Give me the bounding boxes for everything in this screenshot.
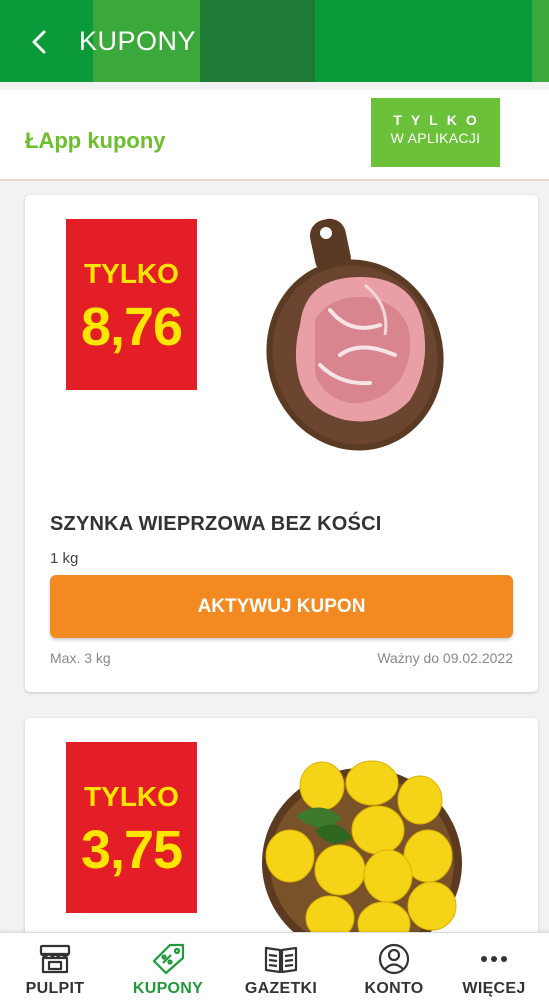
section-header: ŁApp kupony TYLKO W APLIKACJI xyxy=(0,90,549,181)
page-title: KUPONY xyxy=(79,26,197,56)
product-quantity: 1 kg xyxy=(50,550,79,567)
coupon-tag-icon xyxy=(152,943,185,975)
price-tag: TYLKO 8,76 xyxy=(66,219,197,395)
user-circle-icon xyxy=(378,943,410,975)
nav-label: KONTO xyxy=(364,980,424,997)
price-tag-scallop xyxy=(66,391,194,395)
nav-item-gazetki[interactable]: GAZETKI xyxy=(226,933,336,1000)
valid-until-note: Ważny do 09.02.2022 xyxy=(377,650,513,666)
price-label: TYLKO xyxy=(84,258,179,289)
badge-line-1: TYLKO xyxy=(393,112,486,128)
product-image-pork-ham xyxy=(266,218,444,451)
price-value: 8,76 xyxy=(80,297,183,357)
chevron-left-icon xyxy=(32,30,46,54)
section-title: ŁApp kupony xyxy=(25,128,166,153)
product-name: SZYNKA WIEPRZOWA BEZ KOŚCI xyxy=(50,513,382,535)
price-tag-scallop xyxy=(66,914,194,918)
nav-label: WIĘCEJ xyxy=(462,980,526,997)
price-label: TYLKO xyxy=(84,781,179,812)
store-icon xyxy=(39,944,71,974)
header-decor-stripe xyxy=(200,0,315,82)
badge-scallop-edge xyxy=(374,168,500,171)
nav-item-wiecej[interactable]: WIĘCEJ xyxy=(439,933,549,1000)
nav-item-konto[interactable]: KONTO xyxy=(339,933,449,1000)
newspaper-icon xyxy=(264,946,298,974)
nav-label: KUPONY xyxy=(132,980,204,997)
max-limit-note: Max. 3 kg xyxy=(50,650,111,666)
more-dots-icon xyxy=(481,956,507,962)
nav-label: PULPIT xyxy=(25,980,85,997)
app-only-badge: TYLKO W APLIKACJI xyxy=(371,98,500,171)
top-app-bar: KUPONY xyxy=(0,0,549,82)
price-value: 3,75 xyxy=(80,820,183,880)
price-tag: TYLKO 3,75 xyxy=(66,742,197,918)
app-screen: KUPONY ŁApp kupony TYLKO W APLIKACJI TYL… xyxy=(0,0,549,1000)
badge-line-2: W APLIKACJI xyxy=(390,130,481,146)
coupon-card[interactable]: TYLKO 8,76 SZYNKA WIEPRZOWA BEZ KOŚCI 1 … xyxy=(25,195,538,692)
nav-item-kupony[interactable]: KUPONY xyxy=(113,933,223,1000)
nav-item-pulpit[interactable]: PULPIT xyxy=(0,933,110,1000)
header-decor-stripe xyxy=(532,0,549,82)
back-button[interactable] xyxy=(26,26,54,58)
bottom-navigation: PULPIT KUPONY GAZETKI KONTO WIĘCEJ xyxy=(0,932,549,1000)
activate-coupon-button[interactable]: AKTYWUJ KUPON xyxy=(50,575,513,638)
nav-label: GAZETKI xyxy=(244,980,318,997)
